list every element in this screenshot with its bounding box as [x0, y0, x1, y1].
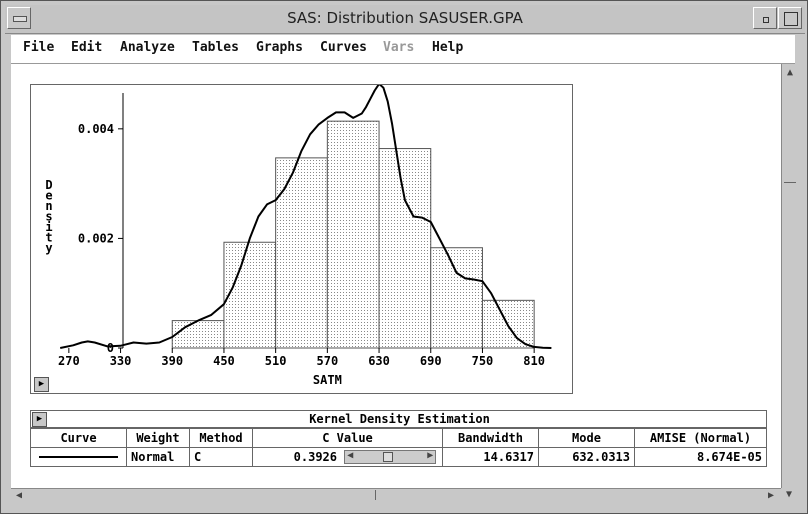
cvalue-text: 0.3926: [293, 449, 337, 464]
histogram-bar-4[interactable]: [378, 148, 432, 349]
x-tick-label-0: 270: [58, 354, 80, 368]
scroll-right-icon[interactable]: ▶: [764, 489, 778, 503]
menu-help[interactable]: Help: [432, 40, 463, 55]
kde-table: Curve Weight Method C Value Bandwidth Mo…: [30, 428, 767, 467]
y-axis-label: Density: [45, 178, 52, 255]
menu-vars: Vars: [383, 40, 415, 55]
vertical-scrollbar[interactable]: ▲: [781, 64, 798, 488]
scroll-up-icon[interactable]: ▲: [783, 66, 797, 80]
histogram-bar-3[interactable]: [326, 120, 380, 349]
menu-bar: File Edit Analyze Tables Graphs Curves V…: [11, 35, 795, 64]
plot-menu-button[interactable]: ▶: [34, 377, 49, 392]
col-cvalue: C Value: [252, 428, 443, 448]
curve-line-sample-stroke: [39, 456, 118, 458]
col-mode: Mode: [538, 428, 635, 448]
x-tick-label-9: 810: [523, 354, 545, 368]
scroll-corner: ▼: [781, 488, 797, 502]
x-axis-label: SATM: [313, 373, 342, 387]
col-method: Method: [189, 428, 253, 448]
histogram-bars: [171, 120, 535, 349]
histogram-bar-1[interactable]: [223, 241, 277, 349]
menu-curves[interactable]: Curves: [320, 40, 367, 55]
slider-thumb[interactable]: [383, 452, 394, 463]
col-weight: Weight: [126, 428, 190, 448]
table-row: Normal C 0.3926 ◀ ▶ 14.6317 632.0313 8.6…: [30, 447, 767, 467]
y-tick-label-0: 0: [107, 341, 114, 355]
cell-method: C: [189, 447, 253, 467]
col-bandwidth: Bandwidth: [442, 428, 539, 448]
kde-title: Kernel Density Estimation: [309, 412, 490, 426]
kde-table-header: ▶ Kernel Density Estimation: [30, 410, 767, 428]
x-tick-label-6: 630: [368, 354, 390, 368]
histogram-plot[interactable]: 270 330 390 450 510 570 630 690 750 810 0 0.002 0.00…: [30, 82, 573, 394]
scroll-left-icon[interactable]: ◀: [12, 489, 26, 503]
minimize-icon: [763, 17, 769, 23]
menu-edit[interactable]: Edit: [71, 40, 102, 55]
window-title: SAS: Distribution SASUSER.GPA: [287, 9, 523, 27]
menu-tables[interactable]: Tables: [192, 40, 239, 55]
x-tick-label-1: 330: [110, 354, 132, 368]
maximize-button[interactable]: [778, 7, 802, 29]
col-amise: AMISE (Normal): [634, 428, 767, 448]
x-tick-label-5: 570: [317, 354, 339, 368]
maximize-icon: [784, 12, 798, 26]
minimize-button[interactable]: [753, 7, 777, 29]
cell-weight: Normal: [126, 447, 190, 467]
title-bar[interactable]: SAS: Distribution SASUSER.GPA: [5, 5, 805, 34]
density-chart: 270 330 390 450 510 570 630 690 750 810 0 0.002 0.00…: [45, 82, 552, 387]
slider-right-icon[interactable]: ▶: [427, 450, 433, 461]
cell-bandwidth: 14.6317: [442, 447, 539, 467]
col-curve: Curve: [30, 428, 127, 448]
scroll-track[interactable]: [784, 182, 796, 483]
histogram-bar-2[interactable]: [275, 157, 328, 349]
slider-left-icon[interactable]: ◀: [347, 450, 353, 461]
kde-header-row: Curve Weight Method C Value Bandwidth Mo…: [30, 428, 767, 448]
cell-amise: 8.674E-05: [634, 447, 767, 467]
scroll-thumb[interactable]: [27, 490, 376, 500]
horizontal-scrollbar[interactable]: ◀ ▶: [11, 488, 781, 503]
x-tick-label-3: 450: [213, 354, 235, 368]
cell-cvalue: 0.3926 ◀ ▶: [252, 447, 443, 467]
menu-file[interactable]: File: [23, 40, 54, 55]
histogram-bar-5[interactable]: [430, 247, 483, 349]
scroll-down-icon[interactable]: ▼: [782, 488, 796, 502]
y-tick-label-2: 0.004: [78, 122, 114, 136]
curve-line-sample[interactable]: [30, 447, 127, 467]
cvalue-slider[interactable]: ◀ ▶: [344, 450, 437, 465]
cell-mode: 632.0313: [538, 447, 635, 467]
x-tick-label-7: 690: [420, 354, 442, 368]
menu-analyze[interactable]: Analyze: [120, 40, 175, 55]
x-tick-label-4: 510: [265, 354, 287, 368]
x-tick-label-8: 750: [472, 354, 494, 368]
y-tick-label-1: 0.002: [78, 231, 114, 245]
menu-graphs[interactable]: Graphs: [256, 40, 303, 55]
distribution-window: SAS: Distribution SASUSER.GPA File Edit …: [0, 0, 808, 514]
x-tick-label-2: 390: [161, 354, 183, 368]
histogram-bar-0[interactable]: [171, 320, 225, 349]
